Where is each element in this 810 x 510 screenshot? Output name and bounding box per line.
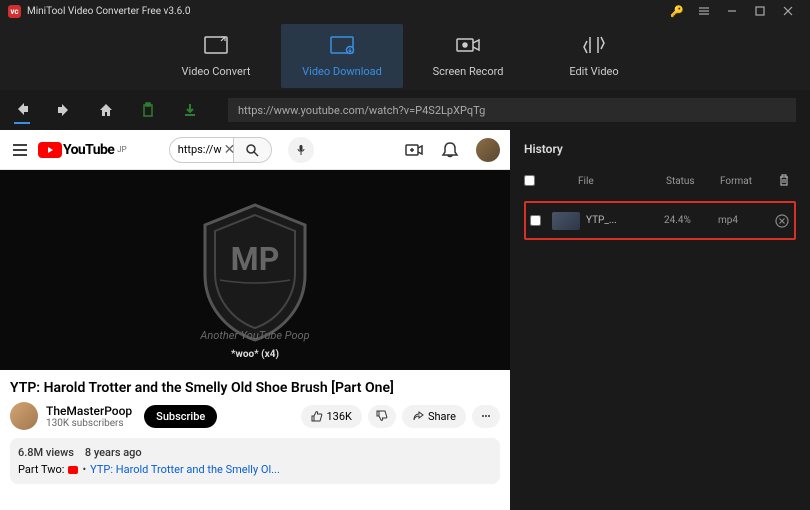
- video-caption: *woo* (x4): [231, 349, 279, 360]
- desc-prefix: Part Two:: [18, 463, 64, 476]
- video-title: YTP: Harold Trotter and the Smelly Old S…: [0, 370, 510, 402]
- hamburger-menu-icon[interactable]: [690, 0, 718, 22]
- tab-video-download[interactable]: Video Download: [281, 24, 403, 88]
- minimize-icon[interactable]: [718, 0, 746, 22]
- subscribe-button[interactable]: Subscribe: [144, 405, 217, 428]
- youtube-preview: YouTube JP https://w ✕: [0, 130, 510, 510]
- delete-all-button[interactable]: [772, 174, 796, 189]
- record-icon: [455, 35, 481, 59]
- subscriber-count: 130K subscribers: [46, 418, 132, 429]
- tab-label: Video Download: [302, 65, 382, 78]
- tab-label: Edit Video: [569, 65, 618, 78]
- select-all-checkbox[interactable]: [524, 175, 535, 186]
- share-button[interactable]: Share: [402, 405, 466, 428]
- convert-icon: [203, 35, 229, 59]
- col-format: Format: [720, 176, 772, 187]
- video-watermark: Another YouTube Poop: [200, 329, 309, 342]
- like-button[interactable]: 136K: [301, 405, 362, 428]
- row-checkbox[interactable]: [530, 215, 541, 226]
- youtube-notifications-icon[interactable]: [440, 140, 460, 160]
- dislike-button[interactable]: [368, 405, 396, 428]
- tab-label: Video Convert: [182, 65, 251, 78]
- youtube-menu-icon[interactable]: [10, 140, 30, 160]
- titlebar: vc MiniTool Video Converter Free v3.6.0 …: [0, 0, 810, 22]
- url-input[interactable]: [228, 98, 796, 122]
- history-header: File Status Format: [524, 170, 796, 197]
- download-icon: [329, 35, 355, 59]
- youtube-logo[interactable]: YouTube JP: [38, 142, 127, 158]
- youtube-play-icon: [38, 142, 62, 158]
- more-button[interactable]: [472, 405, 500, 428]
- history-panel: History File Status Format YTP_... 24.4%…: [510, 130, 810, 510]
- back-button[interactable]: [14, 108, 30, 124]
- forward-button[interactable]: [56, 102, 72, 118]
- tab-label: Screen Record: [433, 65, 504, 78]
- col-status: Status: [666, 176, 720, 187]
- search-text: https://w: [178, 143, 222, 156]
- clipboard-button[interactable]: [140, 102, 156, 118]
- download-button[interactable]: [182, 102, 198, 118]
- svg-text:MP: MP: [231, 240, 280, 278]
- youtube-avatar[interactable]: [476, 138, 500, 162]
- youtube-region: JP: [117, 145, 126, 154]
- channel-name[interactable]: TheMasterPoop: [46, 404, 132, 418]
- youtube-create-icon[interactable]: [404, 140, 424, 160]
- main-tabs: Video Convert Video Download Screen Reco…: [0, 22, 810, 90]
- video-age: 8 years ago: [85, 446, 142, 459]
- tab-video-convert[interactable]: Video Convert: [155, 24, 277, 88]
- youtube-brand-text: YouTube: [63, 142, 114, 158]
- row-filename: YTP_...: [580, 215, 664, 226]
- close-icon[interactable]: [774, 0, 802, 22]
- app-icon: vc: [8, 5, 21, 18]
- youtube-mic-button[interactable]: [288, 137, 314, 163]
- app-title: MiniTool Video Converter Free v3.6.0: [27, 6, 191, 17]
- youtube-header: YouTube JP https://w ✕: [0, 130, 510, 170]
- share-label: Share: [428, 410, 456, 423]
- row-format: mp4: [718, 215, 770, 226]
- key-icon[interactable]: 🔑: [670, 5, 684, 18]
- home-button[interactable]: [98, 102, 114, 118]
- desc-link[interactable]: YTP: Harold Trotter and the Smelly Ol...: [90, 463, 280, 476]
- history-row[interactable]: YTP_... 24.4% mp4: [524, 201, 796, 240]
- tab-screen-record[interactable]: Screen Record: [407, 24, 529, 88]
- youtube-search-button[interactable]: [234, 137, 272, 163]
- browser-toolbar: [0, 90, 810, 130]
- youtube-link-icon: [68, 466, 78, 474]
- video-description[interactable]: 6.8M views 8 years ago Part Two: • YTP: …: [10, 438, 500, 484]
- channel-row: TheMasterPoop 130K subscribers Subscribe…: [0, 402, 510, 438]
- likes-count: 136K: [327, 410, 352, 423]
- row-cancel-button[interactable]: [770, 214, 794, 228]
- channel-avatar[interactable]: [10, 402, 38, 430]
- video-thumbnail-logo: MP: [190, 195, 320, 345]
- col-file: File: [546, 176, 666, 187]
- edit-icon: [581, 35, 607, 59]
- maximize-icon[interactable]: [746, 0, 774, 22]
- history-title: History: [524, 142, 796, 156]
- row-thumbnail: [552, 212, 580, 230]
- row-status: 24.4%: [664, 215, 718, 226]
- video-player[interactable]: MP Another YouTube Poop *woo* (x4): [0, 170, 510, 370]
- views-count: 6.8M views: [18, 446, 74, 459]
- tab-edit-video[interactable]: Edit Video: [533, 24, 655, 88]
- youtube-search-input[interactable]: https://w ✕: [169, 137, 234, 163]
